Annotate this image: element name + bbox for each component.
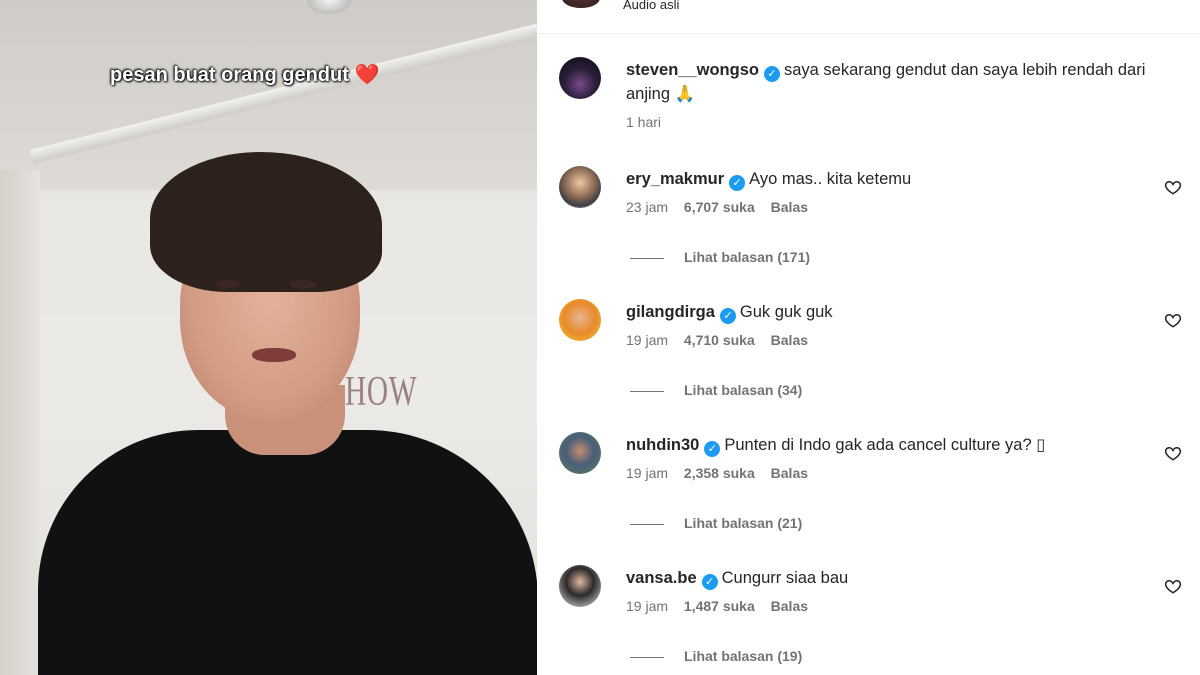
heart-emoji-icon: ❤️ [354,64,380,86]
comment-time: 23 jam [626,199,669,215]
view-replies-label: Lihat balasan (21) [684,515,803,531]
view-replies-button[interactable]: Lihat balasan (171) [630,249,810,265]
person-eye-left [215,280,241,289]
comment-likes[interactable]: 4,710 suka [684,332,755,348]
verified-badge-icon: ✓ [729,175,746,191]
reply-button[interactable]: Balas [771,332,808,348]
comment-time: 19 jam [626,465,669,481]
comment-text: Cungurr siaa bau [721,569,849,587]
person-shirt [38,430,537,675]
replies-divider [630,390,664,392]
view-replies-button[interactable]: Lihat balasan (34) [630,382,802,398]
view-replies-button[interactable]: Lihat balasan (19) [630,648,802,664]
verified-badge-icon: ✓ [701,574,718,590]
post-username[interactable]: steven__wongso [626,61,759,79]
audio-row: Audio asli [537,0,1200,34]
avatar[interactable] [559,432,601,474]
comment-username[interactable]: vansa.be [626,569,697,587]
side-wall [0,170,40,675]
person-hair [150,152,382,292]
avatar[interactable] [559,57,601,99]
comment-likes[interactable]: 6,707 suka [684,199,755,215]
comment-text: Guk guk guk [739,303,833,321]
heart-outline-icon[interactable] [1164,577,1182,595]
view-replies-label: Lihat balasan (19) [684,648,803,664]
comment-text: Ayo mas.. kita ketemu [749,170,912,188]
comments-panel[interactable]: Audio asli steven__wongso ✓ saya sekarang … [537,0,1200,675]
heart-outline-icon[interactable] [1164,444,1182,462]
avatar[interactable] [562,0,600,8]
comment-username[interactable]: gilangdirga [626,303,715,321]
verified-badge-icon: ✓ [704,441,721,457]
audio-label[interactable]: Audio asli [623,0,679,12]
reply-button[interactable]: Balas [771,199,808,215]
reply-button[interactable]: Balas [771,598,808,614]
comment-text: Punten di Indo gak ada cancel culture ya… [724,436,1046,454]
comment-likes[interactable]: 2,358 suka [684,465,755,481]
reply-button[interactable]: Balas [771,465,808,481]
comment-username[interactable]: ery_makmur [626,170,724,188]
avatar[interactable] [559,299,601,341]
heart-outline-icon[interactable] [1164,311,1182,329]
replies-divider [630,656,664,658]
comment-username[interactable]: nuhdin30 [626,436,699,454]
view-replies-button[interactable]: Lihat balasan (21) [630,515,802,531]
heart-outline-icon[interactable] [1164,178,1182,196]
replies-divider [630,523,664,525]
post-time: 1 hari [626,114,662,130]
wall-lettering: HOW [345,369,418,415]
video-caption-text: pesan buat orang gendut [110,64,349,86]
view-replies-label: Lihat balasan (171) [684,249,811,265]
verified-badge-icon: ✓ [719,308,736,324]
video-caption: pesan buat orang gendut ❤️ [110,62,379,87]
person-mouth [252,348,296,362]
avatar[interactable] [559,166,601,208]
view-replies-label: Lihat balasan (34) [684,382,803,398]
comment-likes[interactable]: 1,487 suka [684,598,755,614]
video-player[interactable]: HOW pesan buat orang gendut ❤️ [0,0,537,675]
person-eye-right [290,280,316,289]
comment-time: 19 jam [626,332,669,348]
comment-time: 19 jam [626,598,669,614]
avatar[interactable] [559,565,601,607]
replies-divider [630,257,664,259]
verified-badge-icon: ✓ [763,66,780,82]
